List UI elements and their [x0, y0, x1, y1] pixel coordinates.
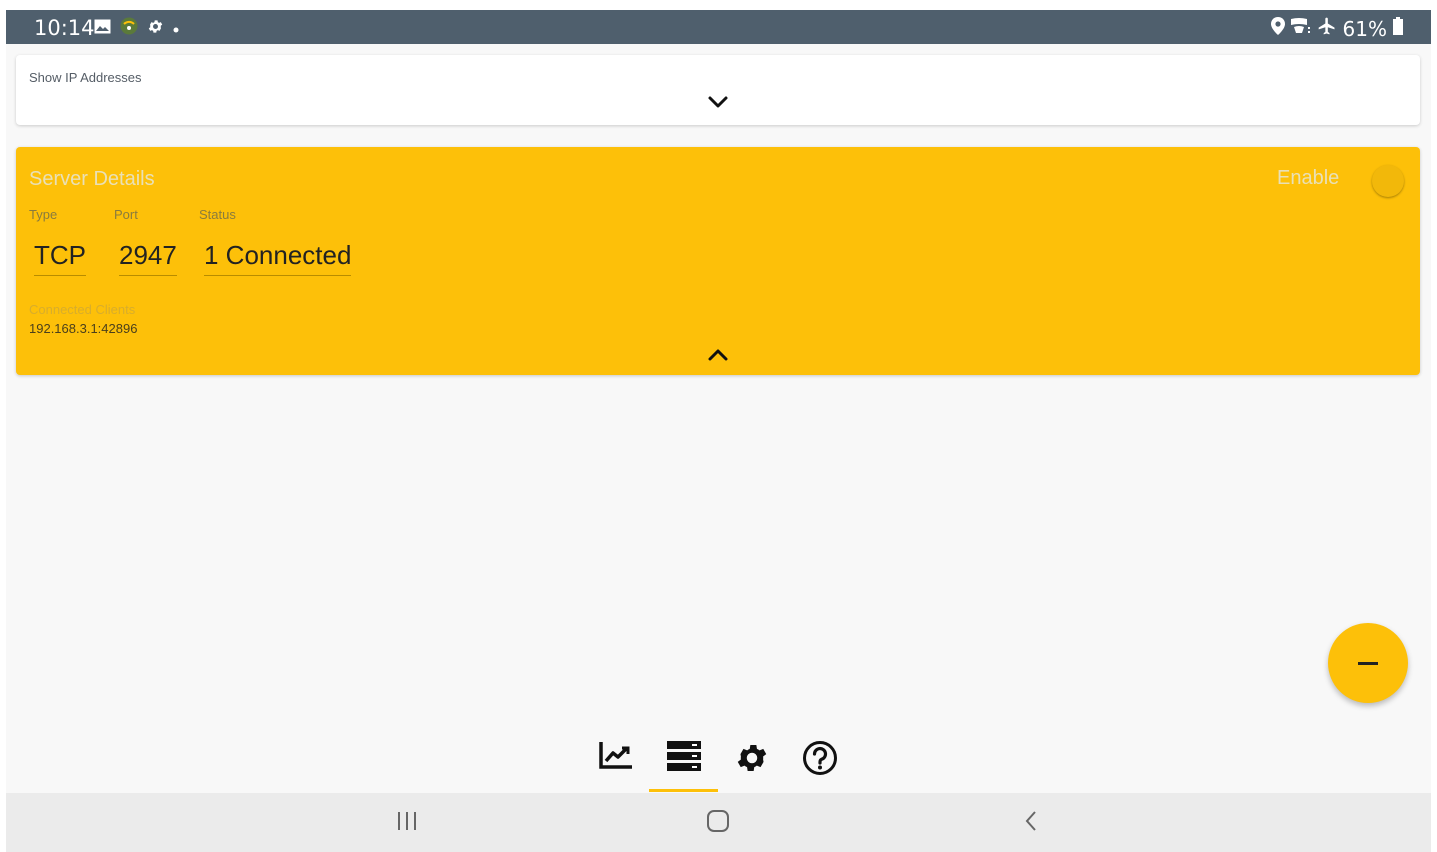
location-icon	[1270, 17, 1285, 40]
enable-toggle[interactable]	[1372, 165, 1404, 197]
tab-chart[interactable]	[586, 735, 646, 795]
type-label: Type	[29, 207, 58, 222]
ip-addresses-panel[interactable]: Show IP Addresses	[16, 55, 1420, 125]
status-right-icons: 61%	[1270, 16, 1403, 41]
tab-settings[interactable]	[722, 735, 782, 795]
connected-clients-label: Connected Clients	[29, 302, 136, 317]
type-value[interactable]: TCP	[34, 240, 86, 276]
bottom-tab-bar	[586, 735, 846, 795]
port-label: Port	[114, 207, 138, 222]
recents-icon[interactable]	[395, 809, 419, 838]
status-time: 10:14	[34, 16, 95, 40]
vpn-icon	[120, 17, 138, 40]
connected-client-item: 192.168.3.1:42896	[29, 321, 138, 336]
battery-level: 61%	[1342, 16, 1387, 41]
active-tab-indicator	[649, 789, 718, 792]
status-left-icons	[94, 17, 179, 40]
status-label: Status	[199, 207, 236, 222]
settings-icon	[147, 18, 164, 40]
battery-icon	[1393, 17, 1403, 40]
chevron-down-icon[interactable]	[706, 93, 730, 113]
chevron-up-icon[interactable]	[706, 345, 730, 365]
minus-icon	[1358, 661, 1378, 665]
tab-help[interactable]	[790, 735, 850, 795]
chart-icon	[598, 740, 634, 775]
server-details-title: Server Details	[29, 168, 155, 190]
help-icon	[802, 740, 838, 781]
home-icon[interactable]	[706, 809, 730, 838]
dot-icon	[173, 20, 179, 38]
status-value: 1 Connected	[204, 240, 352, 276]
port-value[interactable]: 2947	[119, 240, 177, 276]
gallery-icon	[94, 19, 111, 39]
screen: 10:14 61% Show IP Addresses Server Detai…	[6, 10, 1431, 852]
back-icon[interactable]	[1020, 809, 1044, 838]
wifi-calling-icon	[1290, 18, 1311, 39]
server-icon	[666, 740, 702, 777]
tab-server[interactable]	[654, 735, 714, 795]
airplane-icon	[1317, 16, 1337, 41]
enable-label: Enable	[1277, 167, 1340, 189]
ip-addresses-label: Show IP Addresses	[29, 70, 142, 85]
status-bar: 10:14 61%	[6, 10, 1431, 44]
navigation-bar	[6, 793, 1431, 852]
fab-button[interactable]	[1328, 623, 1408, 703]
server-details-card: Server Details Enable Type Port Status T…	[16, 147, 1420, 375]
gear-icon	[734, 740, 770, 781]
